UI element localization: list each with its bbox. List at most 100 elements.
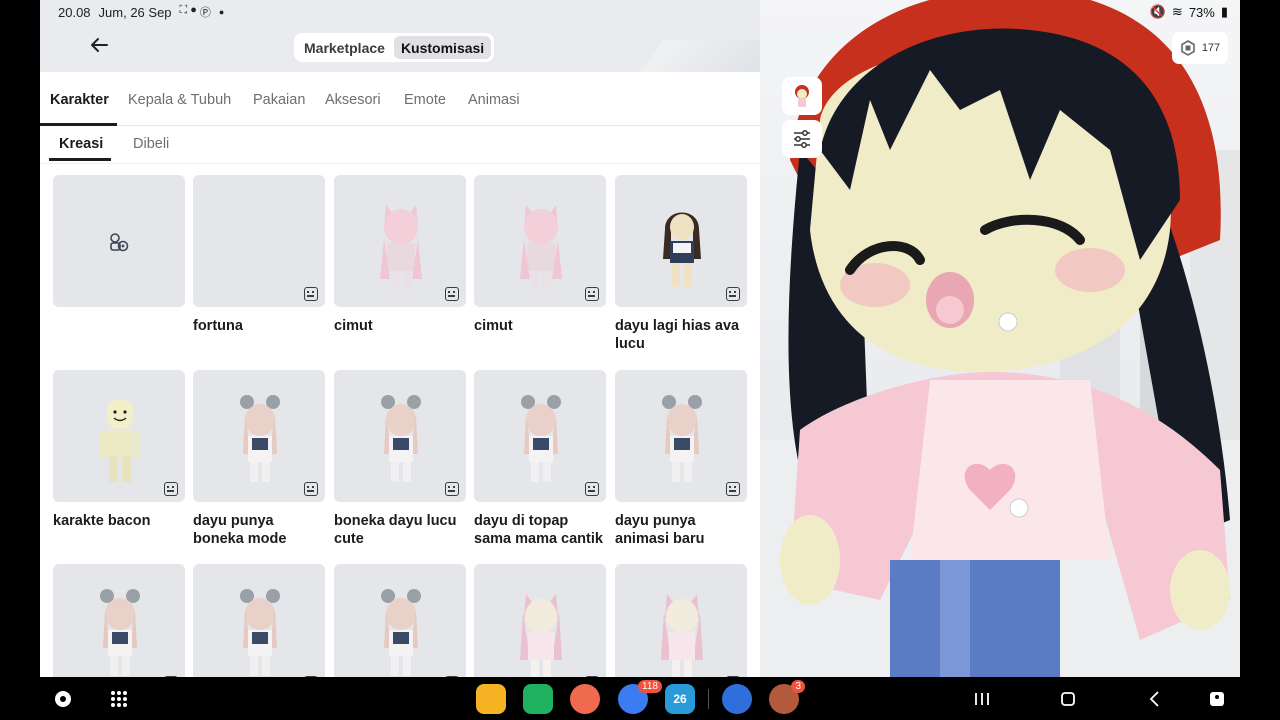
character-figure [240,589,280,676]
character-card[interactable]: dayu punya animasi baru [615,370,747,548]
contacts-app-icon[interactable] [570,684,600,714]
character-thumbnail [474,175,606,307]
back-arrow-icon[interactable] [86,32,112,58]
character-figure [520,594,562,677]
tab-karakter[interactable]: Karakter [50,92,109,108]
character-figure [381,395,421,482]
create-character-card[interactable] [53,175,185,317]
adjust-settings-button[interactable] [782,120,822,158]
character-name: dayu di topap sama mama cantik [474,513,603,547]
character-card[interactable]: boneka dayu lucu cute [334,370,466,548]
robux-icon [1181,40,1195,56]
game-app-icon[interactable]: 3 [769,680,805,714]
status-date: Jum, 26 Sep [98,4,172,20]
character-thumbnail [615,370,747,502]
character-card[interactable] [615,564,747,677]
category-tabs: Karakter Kepala & Tubuh Pakaian Aksesori… [40,72,760,126]
wifi-icon: ≋ [1171,4,1183,19]
character-name: dayu punya boneka mode [193,513,287,547]
character-card[interactable] [193,564,325,677]
edit-character-icon[interactable] [726,287,740,301]
files-app-icon[interactable] [476,684,506,714]
character-card[interactable] [474,564,606,677]
avatar-thumb-icon [795,85,809,107]
edit-character-icon[interactable] [164,482,178,496]
character-name: cimut [474,318,513,334]
edit-character-icon[interactable] [585,482,599,496]
calendar-date: 26 [673,692,687,706]
home-icon[interactable] [1053,684,1083,714]
character-name: dayu lagi hias ava lucu [615,318,740,352]
screenshot-icon: ⛶ [179,4,188,16]
edit-character-icon[interactable] [726,482,740,496]
character-name: boneka dayu lucu cute [334,513,457,547]
character-figure [662,395,702,482]
character-card[interactable]: dayu punya boneka mode [193,370,325,548]
character-thumbnail [474,370,606,502]
phone-app-icon[interactable] [523,684,553,714]
marketplace-button[interactable]: Marketplace [297,36,392,59]
tab-kepala-tubuh[interactable]: Kepala & Tubuh [128,92,231,108]
character-thumbnail [334,370,466,502]
status-time: 20.08 [58,4,91,20]
battery-level: 73% [1188,4,1215,20]
calendar-app-icon[interactable]: 26 [665,684,695,714]
character-thumbnail [193,564,325,677]
edit-character-icon[interactable] [304,482,318,496]
avatar-3d-view[interactable] [760,0,1240,677]
background-shape [640,40,760,72]
messages-badge: 118 [638,680,662,693]
edit-character-icon[interactable] [585,287,599,301]
customize-panel: 20.08 Jum, 26 Sep ⛶ ● Ⓟ ● Marketplace Ku… [40,0,760,677]
robux-amount: 177 [1201,42,1221,54]
create-character-icon [110,233,129,252]
tab-emote[interactable]: Emote [404,92,446,108]
character-figure [100,400,140,482]
character-card[interactable]: dayu lagi hias ava lucu [615,175,747,353]
character-card[interactable]: cimut [334,175,466,335]
character-thumbnail [193,175,325,307]
tab-pakaian[interactable]: Pakaian [253,92,305,108]
character-card[interactable]: cimut [474,175,606,335]
kustomisasi-button[interactable]: Kustomisasi [393,36,492,59]
character-name: cimut [334,318,373,334]
character-card[interactable]: karakte bacon [53,370,185,530]
avatar-thumbnail-button[interactable] [782,77,822,115]
character-thumbnail [53,370,185,502]
tab-aksesori[interactable]: Aksesori [325,92,381,108]
tab-animasi[interactable]: Animasi [468,92,520,108]
notification-icons: ⛶ ● Ⓟ [180,4,211,20]
status-bar-left: 20.08 Jum, 26 Sep ⛶ ● Ⓟ ● [58,4,224,20]
apps-grid-icon[interactable] [104,684,134,714]
edit-character-icon[interactable] [445,287,459,301]
recent-apps-icon[interactable] [967,684,997,714]
robux-balance[interactable]: 177 [1172,32,1228,64]
character-name: dayu punya animasi baru [615,513,705,547]
character-figure [663,212,701,287]
active-subtab-indicator [49,158,111,161]
character-figure [520,205,562,289]
battery-icon: ▮ [1220,4,1228,19]
game-badge: 3 [791,680,805,693]
character-card[interactable] [334,564,466,677]
character-card[interactable]: dayu di topap sama mama cantik [474,370,606,548]
system-nav-bar: 118 26 3 [0,677,1280,720]
back-nav-icon[interactable] [1140,684,1170,714]
character-thumbnail [334,175,466,307]
character-thumbnail [615,564,747,677]
character-figure [381,589,421,676]
subtab-kreasi[interactable]: Kreasi [59,136,103,152]
messages-app-icon[interactable]: 118 [618,680,662,714]
character-name: fortuna [193,318,243,334]
subtab-dibeli[interactable]: Dibeli [133,136,169,152]
character-card[interactable]: fortuna [193,175,325,335]
game-launcher-icon[interactable] [48,684,78,714]
edit-character-icon[interactable] [445,482,459,496]
accessibility-icon[interactable] [1202,684,1232,714]
character-card[interactable] [53,564,185,677]
pinterest-icon: Ⓟ [199,7,211,19]
character-thumbnail [193,370,325,502]
edit-character-icon[interactable] [304,287,318,301]
character-thumbnail [334,564,466,677]
settings-app-icon[interactable] [722,684,752,714]
